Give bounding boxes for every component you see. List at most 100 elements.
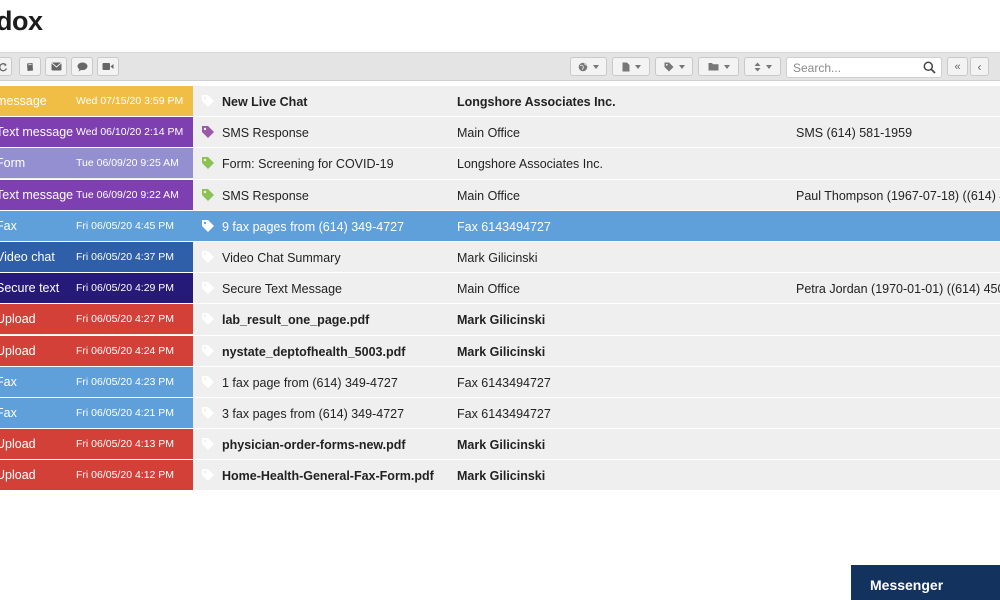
chat-bubble-icon [77, 62, 88, 72]
item-type-label: Secure text [0, 281, 60, 296]
tag-icon[interactable] [201, 250, 215, 267]
table-row[interactable]: Upload Fri 06/05/20 4:24 PM nystate_deptof… [0, 335, 1000, 367]
item-subject: New Live Chat [222, 95, 308, 109]
tag-icon[interactable] [201, 156, 215, 173]
item-from: Longshore Associates Inc. [457, 157, 603, 172]
item-subject: lab_result_one_page.pdf [222, 313, 370, 328]
table-row[interactable]: Text message Wed 06/10/20 2:14 PM SMS Resp… [0, 117, 1000, 149]
item-type-cell: Upload Fri 06/05/20 4:24 PM [0, 335, 193, 366]
item-date: Fri 06/05/20 4:21 PM [76, 406, 175, 419]
search-icon[interactable] [923, 61, 936, 79]
item-from: Mark Gilicinski [457, 313, 546, 328]
tag-icon[interactable] [201, 468, 215, 485]
item-subject: Form: Screening for COVID-19 [222, 157, 394, 172]
item-type-label: message [0, 94, 47, 108]
item-date: Fri 06/05/20 4:12 PM [76, 469, 175, 482]
item-type-cell: message Wed 07/15/20 3:59 PM [0, 86, 193, 116]
envelope-icon [51, 62, 62, 71]
item-type-label: Upload [0, 312, 36, 327]
item-subject: 1 fax page from (614) 349-4727 [222, 375, 398, 390]
globe-icon [578, 62, 588, 72]
refresh-button[interactable] [0, 57, 12, 76]
item-type-cell: Text message Tue 06/09/20 9:22 AM [0, 179, 193, 210]
chat-button[interactable] [71, 57, 93, 76]
item-from: Main Office [457, 282, 520, 297]
item-from: Main Office [457, 188, 520, 203]
table-row[interactable]: Secure text Fri 06/05/20 4:29 PM Secure Te… [0, 273, 1000, 305]
item-type-cell: Fax Fri 06/05/20 4:23 PM [0, 366, 193, 397]
item-subject: SMS Response [222, 188, 309, 203]
table-row[interactable]: message Wed 07/15/20 3:59 PM New Live Chat… [0, 86, 1000, 118]
site-filter-dropdown[interactable] [570, 57, 607, 76]
item-date: Fri 06/05/20 4:24 PM [76, 344, 175, 357]
messenger-button[interactable]: Messenger [851, 565, 1000, 600]
table-row[interactable]: Fax Fri 06/05/20 4:23 PM 1 fax page from (… [0, 366, 1000, 398]
search-input[interactable] [793, 60, 919, 75]
previous-page-button[interactable]: ‹ [970, 57, 989, 76]
tag-icon[interactable] [201, 312, 215, 329]
first-page-button[interactable]: « [947, 57, 968, 76]
book-icon [25, 62, 35, 72]
refresh-icon [0, 62, 8, 72]
folder-filter-dropdown[interactable] [698, 57, 739, 76]
table-row[interactable]: Video chat Fri 06/05/20 4:37 PM Video Chat… [0, 241, 1000, 274]
tag-icon[interactable] [201, 219, 215, 236]
tag-icon[interactable] [201, 94, 215, 111]
inbox-page: dox Search... « ‹ message Wed 07/15/20 3… [0, 0, 1000, 600]
sort-icon [754, 62, 761, 72]
video-button[interactable] [97, 57, 119, 76]
sort-dropdown[interactable] [744, 57, 781, 76]
table-row[interactable]: Fax Fri 06/05/20 4:21 PM 3 fax pages from … [0, 397, 1000, 430]
page-title: dox [0, 6, 43, 36]
item-type-cell: Fax Fri 06/05/20 4:45 PM [0, 210, 193, 241]
item-date: Fri 06/05/20 4:37 PM [76, 250, 175, 263]
item-type-cell: Upload Fri 06/05/20 4:27 PM [0, 304, 193, 335]
item-type-label: Fax [0, 218, 17, 233]
tag-icon[interactable] [201, 437, 215, 454]
document-filter-dropdown[interactable] [612, 57, 650, 76]
item-type-label: Form [0, 156, 26, 171]
item-from: Mark Gilicinski [457, 469, 546, 484]
tag-icon[interactable] [201, 344, 215, 361]
chevron-left-icon: ‹ [977, 59, 982, 74]
item-subject: physician-order-forms-new.pdf [222, 438, 406, 453]
item-from: Mark Gilicinski [457, 438, 546, 453]
item-date: Fri 06/05/20 4:13 PM [76, 438, 175, 451]
item-type-label: Upload [0, 468, 36, 483]
item-type-cell: Text message Wed 06/10/20 2:14 PM [0, 117, 193, 148]
item-date: Tue 06/09/20 9:25 AM [76, 157, 179, 170]
item-type-cell: Upload Fri 06/05/20 4:13 PM [0, 429, 193, 460]
table-row[interactable]: Upload Fri 06/05/20 4:27 PM lab_result_one… [0, 304, 1000, 336]
item-subject: SMS Response [222, 126, 309, 141]
item-type-cell: Video chat Fri 06/05/20 4:37 PM [0, 241, 193, 272]
document-icon [622, 62, 630, 72]
item-subject: nystate_deptofhealth_5003.pdf [222, 344, 406, 359]
item-subject: Home-Health-General-Fax-Form.pdf [222, 469, 434, 484]
item-date: Tue 06/09/20 9:22 AM [76, 188, 179, 201]
tag-icon[interactable] [201, 188, 215, 205]
item-type-label: Upload [0, 437, 36, 452]
tag-icon[interactable] [201, 375, 215, 392]
item-from: Fax 6143494727 [457, 375, 551, 390]
table-row[interactable]: Fax Fri 06/05/20 4:45 PM 9 fax pages from … [0, 210, 1000, 242]
item-type-cell: Fax Fri 06/05/20 4:21 PM [0, 397, 193, 428]
item-date: Fri 06/05/20 4:27 PM [76, 313, 175, 326]
item-type-label: Fax [0, 374, 17, 389]
tag-icon[interactable] [201, 406, 215, 423]
item-type-label: Text message [0, 187, 74, 202]
toolbar: « ‹ [0, 52, 1000, 81]
table-row[interactable]: Form Tue 06/09/20 9:25 AM Form: Screening … [0, 148, 1000, 180]
search-box [786, 57, 942, 78]
table-row[interactable]: Text message Tue 06/09/20 9:22 AM SMS Resp… [0, 179, 1000, 211]
item-date: Fri 06/05/20 4:29 PM [76, 282, 175, 295]
tag-icon[interactable] [201, 125, 215, 142]
table-row[interactable]: Upload Fri 06/05/20 4:13 PM physician-orde… [0, 429, 1000, 461]
tag-icon[interactable] [201, 281, 215, 298]
email-button[interactable] [45, 57, 67, 76]
tag-filter-dropdown[interactable] [655, 57, 693, 76]
table-row[interactable]: Upload Fri 06/05/20 4:12 PM Home-Health-Ge… [0, 460, 1000, 492]
item-type-label: Text message [0, 125, 74, 140]
item-type-label: Upload [0, 343, 36, 358]
item-date: Fri 06/05/20 4:23 PM [76, 375, 175, 388]
book-button[interactable] [19, 57, 41, 76]
